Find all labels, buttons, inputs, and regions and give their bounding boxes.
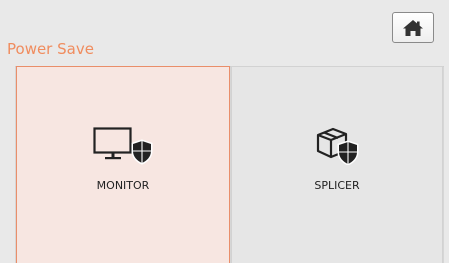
page-title: Power Save xyxy=(7,40,94,58)
box-shield-icon xyxy=(316,127,359,165)
splicer-tile[interactable]: SPLICER xyxy=(231,66,443,263)
home-icon xyxy=(403,19,423,36)
monitor-tile[interactable]: MONITOR xyxy=(16,66,230,263)
monitor-shield-icon xyxy=(93,127,153,165)
home-button[interactable] xyxy=(392,12,434,43)
monitor-label: MONITOR xyxy=(96,179,150,192)
splicer-label: SPLICER xyxy=(314,179,360,192)
